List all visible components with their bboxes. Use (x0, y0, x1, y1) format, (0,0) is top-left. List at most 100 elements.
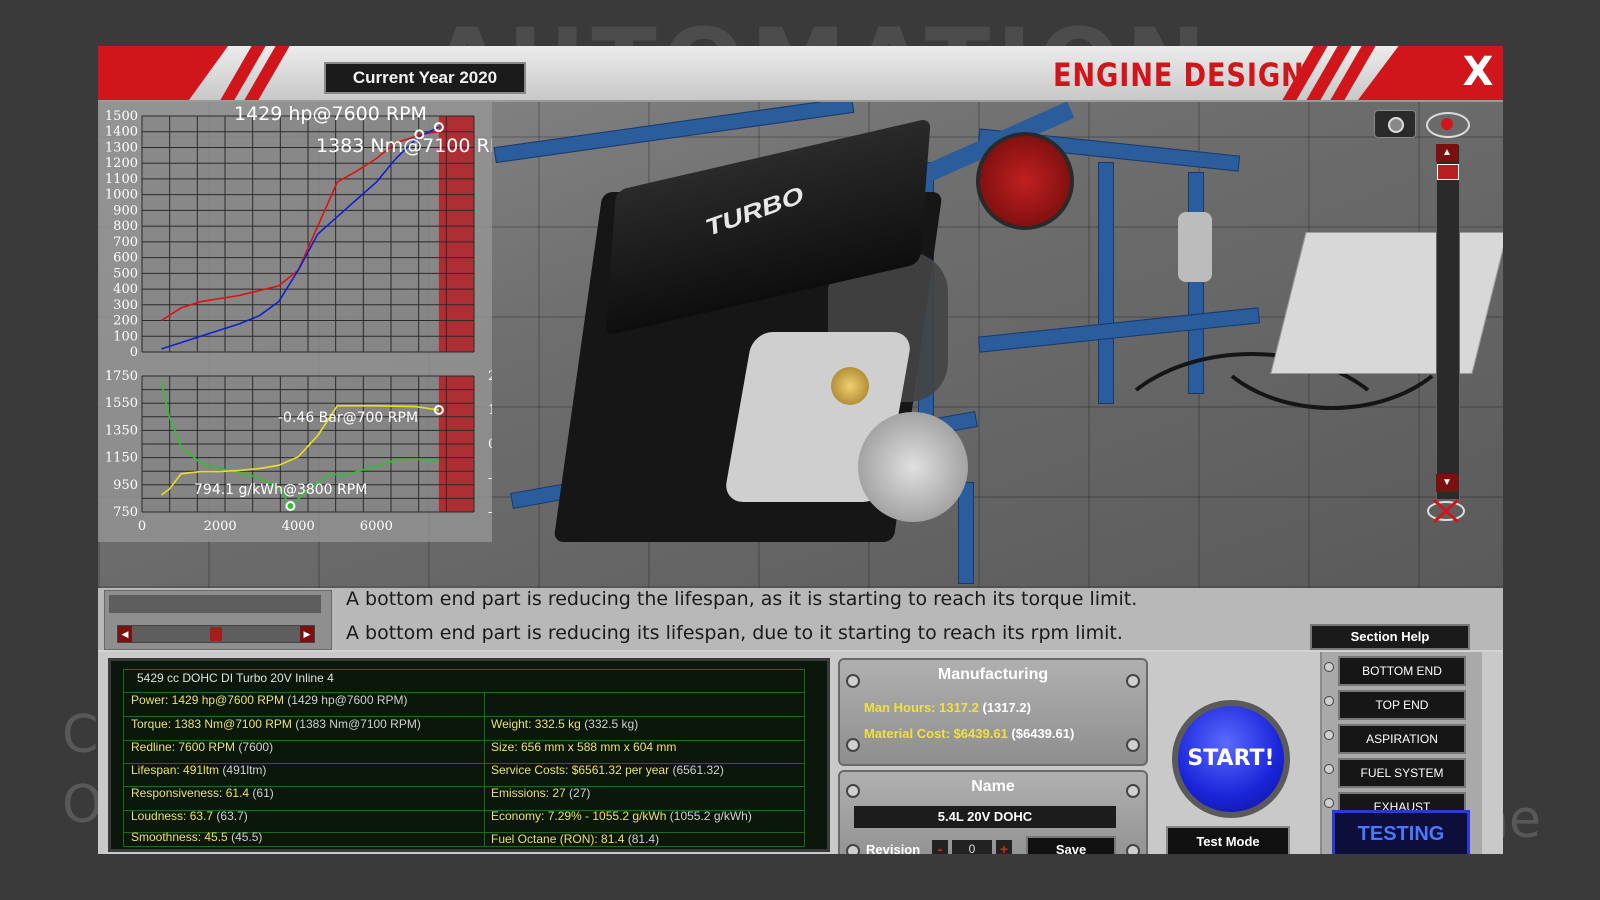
y-tick-label: 750 (113, 505, 138, 520)
header-red-accent (98, 46, 228, 100)
stat-emissions: Emissions: 27 (27) (491, 786, 591, 800)
zoom-slider-thumb[interactable] (1437, 164, 1459, 180)
y-tick-label: 1500 (105, 109, 138, 124)
background-text-left: C O (62, 705, 103, 835)
eye-icon[interactable] (1426, 112, 1470, 138)
turbocharger (858, 412, 968, 522)
nav-testing[interactable]: TESTING (1332, 810, 1470, 854)
economy-peak-marker (285, 501, 296, 512)
y-tick-label: 1350 (105, 423, 138, 438)
stat-redline: Redline: 7600 RPM (7600) (131, 740, 274, 754)
stat-service-costs: Service Costs: $6561.32 per year (6561.3… (491, 763, 724, 777)
engine-summary-title: 5429 cc DOHC DI Turbo 20V Inline 4 (137, 671, 334, 685)
y2-tick-label: 1.4 (488, 403, 492, 418)
y-tick-label: 200 (113, 314, 138, 329)
stat-power: Power: 1429 hp@7600 RPM (1429 hp@7600 RP… (131, 693, 408, 707)
y-tick-label: 300 (113, 298, 138, 313)
scroll-thumb[interactable] (210, 627, 222, 641)
section-help-button[interactable]: Section Help (1310, 624, 1470, 650)
stat-lifespan: Lifespan: 491ltm (491ltm) (131, 763, 267, 777)
stat-weight: Weight: 332.5 kg (332.5 kg) (491, 717, 639, 731)
start-button[interactable]: START! (1172, 700, 1290, 818)
y-tick-label: 1200 (105, 156, 138, 171)
revision-label: Revision (866, 842, 921, 854)
hide-view-icon[interactable] (1424, 496, 1468, 526)
y-tick-label: 500 (113, 266, 138, 281)
y2-tick-label: -1.0 (488, 505, 492, 520)
stat-smoothness: Smoothness: 45.5 (45.5) (131, 830, 263, 844)
dyno-graph-panel: 1500 1400 1300 1200 1100 1000 900 800 700 600 500 4… (98, 102, 492, 542)
x-tick-label: 6000 (360, 519, 393, 534)
y-tick-label: 1150 (105, 451, 138, 466)
nav-fuel-system[interactable]: FUEL SYSTEM (1338, 758, 1466, 788)
engine-name-field[interactable]: 5.4L 20V DOHC (854, 806, 1116, 828)
fuel-tank (1270, 232, 1503, 374)
stat-responsiveness: Responsiveness: 61.4 (61) (131, 786, 274, 800)
warning-message: A bottom end part is reducing the lifesp… (346, 588, 1138, 610)
y-tick-label: 100 (113, 329, 138, 344)
material-cost: Material Cost: $6439.61 ($6439.61) (864, 726, 1075, 741)
zoom-up-arrow-icon[interactable]: ▲ (1436, 144, 1458, 162)
nav-top-end[interactable]: TOP END (1338, 690, 1466, 720)
coolant-bottle (1178, 212, 1212, 282)
dyno-graphs: 1500140013001200110010009008007006005004… (105, 103, 492, 534)
section-nav: BOTTOM END TOP END ASPIRATION FUEL SYSTE… (1320, 652, 1482, 854)
close-button[interactable]: X (1456, 50, 1500, 94)
y-tick-label: 1400 (105, 125, 138, 140)
stat-loudness: Loudness: 63.7 (63.7) (131, 809, 248, 823)
camera-icon[interactable] (1374, 110, 1416, 138)
y-tick-label: 1300 (105, 140, 138, 155)
oil-filler-cap (831, 367, 869, 405)
zoom-down-arrow-icon[interactable]: ▼ (1436, 474, 1458, 492)
power-peak-label: 1429 hp@7600 RPM (234, 103, 427, 125)
bottom-panel: 5429 cc DOHC DI Turbo 20V Inline 4 Power… (98, 652, 1503, 854)
save-button[interactable]: Save (1026, 836, 1116, 854)
y-tick-label: 800 (113, 219, 138, 234)
y2-tick-label: 2.2 (488, 369, 492, 384)
warning-list-scroller: ◀ ▶ (104, 590, 332, 650)
warning-strip: ◀ ▶ A bottom end part is reducing the li… (98, 588, 1503, 650)
boost-peak-label: -0.46 Bar@700 RPM (278, 410, 418, 426)
nav-bottom-end[interactable]: BOTTOM END (1338, 656, 1466, 686)
revision-increment-button[interactable]: + (996, 840, 1012, 854)
engine-stats-panel: 5429 cc DOHC DI Turbo 20V Inline 4 Power… (108, 658, 830, 852)
x-tick-label: 0 (138, 519, 146, 534)
nav-aspiration[interactable]: ASPIRATION (1338, 724, 1466, 754)
stat-size: Size: 656 mm x 588 mm x 604 mm (491, 740, 677, 754)
torque-peak-label: 1383 Nm@7100 RPM (316, 135, 492, 157)
scroll-left-icon[interactable]: ◀ (118, 626, 132, 642)
scroll-right-icon[interactable]: ▶ (300, 626, 314, 642)
y-tick-label: 1100 (105, 172, 138, 187)
y2-tick-label: -0.2 (488, 471, 492, 486)
revision-decrement-button[interactable]: - (932, 840, 948, 854)
engine-cover-text: TURBO (705, 179, 805, 243)
stat-torque: Torque: 1383 Nm@7100 RPM (1383 Nm@7100 R… (131, 717, 421, 731)
x-tick-label: 4000 (282, 519, 315, 534)
manufacturing-panel: Manufacturing Man Hours: 1317.2 (1317.2)… (838, 658, 1148, 766)
engine-design-window: Current Year 2020 ENGINE DESIGN X TURBO … (98, 46, 1503, 854)
y2-tick-label: 0.6 (488, 437, 492, 452)
stat-fuel-octane: Fuel Octane (RON): 81.4 (81.4) (491, 832, 660, 846)
test-mode-button[interactable]: Test Mode (1166, 826, 1290, 854)
revision-field: 0 (952, 840, 992, 854)
y-tick-label: 700 (113, 235, 138, 250)
y-tick-label: 0 (130, 345, 138, 360)
name-title: Name (971, 778, 1015, 795)
y-tick-label: 1550 (105, 396, 138, 411)
zoom-slider[interactable] (1436, 144, 1460, 500)
warning-message: A bottom end part is reducing its lifesp… (346, 622, 1123, 644)
warning-scrollbar[interactable]: ◀ ▶ (117, 625, 315, 643)
window-header: Current Year 2020 ENGINE DESIGN X (98, 46, 1503, 102)
y-tick-label: 900 (113, 203, 138, 218)
dyno-flywheel (976, 132, 1074, 230)
y-tick-label: 950 (113, 478, 138, 493)
page-title: ENGINE DESIGN (1053, 56, 1305, 94)
engine-3d-viewport[interactable]: TURBO 1500 1400 1300 1200 1100 1000 900 800 700 6… (98, 102, 1503, 588)
name-panel: Name 5.4L 20V DOHC Revision - 0 + Save (838, 770, 1148, 854)
current-year-label: Current Year 2020 (324, 62, 526, 94)
stat-economy: Economy: 7.29% - 1055.2 g/kWh (1055.2 g/… (491, 809, 752, 823)
y-tick-label: 400 (113, 282, 138, 297)
y-tick-label: 1000 (105, 188, 138, 203)
man-hours: Man Hours: 1317.2 (1317.2) (864, 700, 1031, 715)
y-tick-label: 600 (113, 251, 138, 266)
